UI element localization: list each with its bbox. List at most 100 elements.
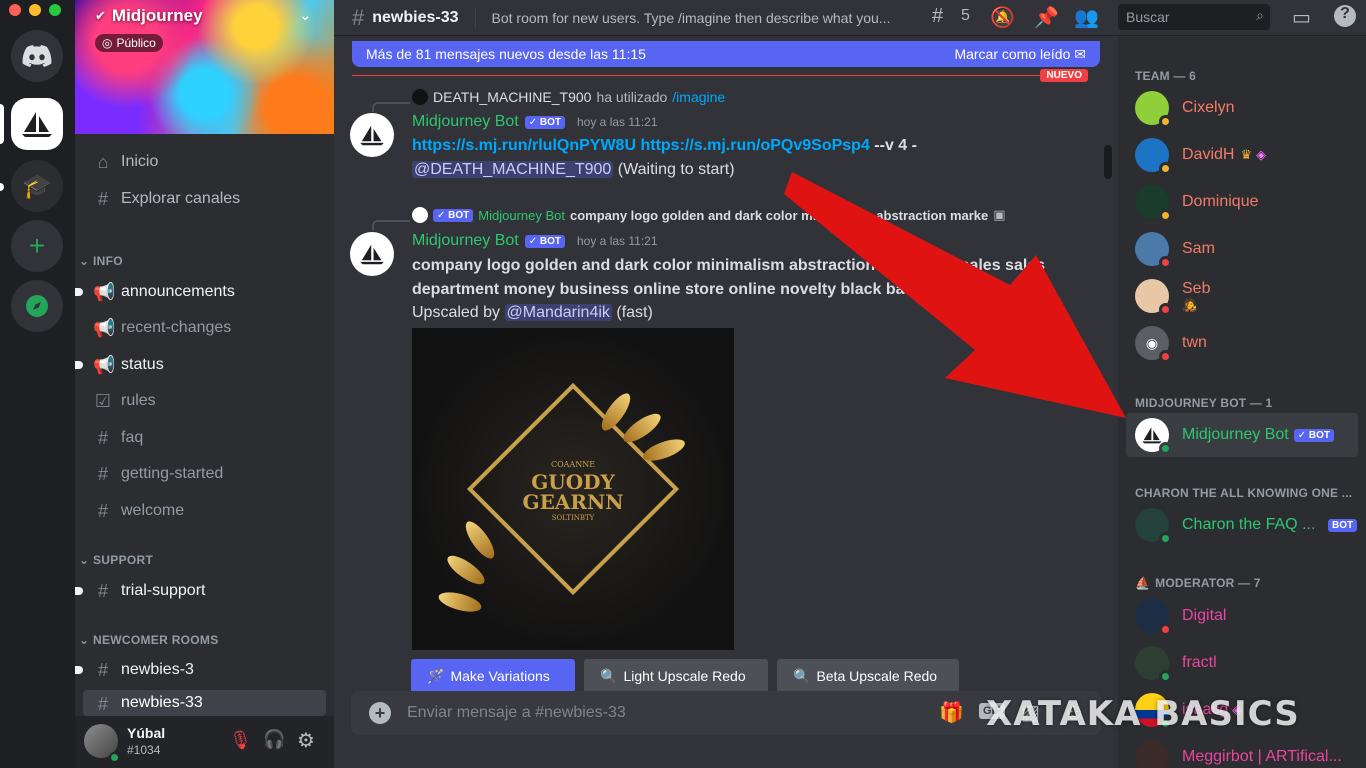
category-newcomer-label: NEWCOMER ROOMS [93, 633, 219, 647]
compass-icon [26, 295, 48, 317]
author-name[interactable]: Midjourney Bot [412, 113, 519, 131]
inbox-icon[interactable]: ▭ [1292, 5, 1311, 30]
hash-thread-icon: # [97, 659, 108, 680]
chat-area: Más de 81 mensajes nuevos desde las 11:1… [334, 37, 1118, 768]
channel-announcements[interactable]: 📢 announcements [75, 276, 326, 308]
member-avatar [1135, 418, 1172, 455]
nav-home[interactable]: ⌂ Inicio [83, 146, 326, 178]
channel-getting-started[interactable]: # getting-started [83, 458, 326, 490]
slash-command[interactable]: /imagine [672, 89, 725, 105]
member-item[interactable]: Dominique [1126, 180, 1358, 224]
reply-context[interactable]: ✓ BOT Midjourney Bot company logo golden… [412, 207, 1006, 223]
category-support[interactable]: ⌄ SUPPORT [79, 553, 153, 567]
user-mention[interactable]: @Mandarin4ik [504, 304, 612, 321]
member-list: TEAM — 6 Cixelyn DavidH ♛ ◈ Dominique Sa… [1118, 37, 1366, 768]
username: Yúbal [127, 725, 166, 741]
channel-recent-changes[interactable]: 📢 recent-changes [83, 312, 326, 344]
nav-explore-channels[interactable]: # Explorar canales [83, 183, 326, 215]
channel-welcome[interactable]: # welcome [83, 495, 326, 527]
generated-image[interactable]: COAANNE GUODY GEARNN SOLTINBTY [412, 328, 734, 650]
reply-username[interactable]: Midjourney Bot [478, 208, 565, 223]
member-item[interactable]: ◉ twn [1126, 321, 1358, 365]
server-midjourney[interactable] [11, 98, 63, 150]
channel-status[interactable]: 📢 status [75, 349, 326, 381]
verified-check-icon: ✔ [95, 8, 106, 23]
pin-icon[interactable]: 📌 [1034, 5, 1059, 30]
reply-username[interactable]: DEATH_MACHINE_T900 [433, 89, 591, 105]
zoom-window-button[interactable] [49, 4, 61, 16]
channel-trial-support[interactable]: # trial-support [75, 575, 326, 607]
server-school[interactable]: 🎓 [11, 160, 63, 212]
bot-avatar[interactable] [350, 113, 394, 157]
channel-faq[interactable]: # faq [83, 422, 326, 454]
beta-upscale-redo-button[interactable]: 🔍 Beta Upscale Redo [777, 659, 959, 693]
category-info[interactable]: ⌄ INFO [79, 254, 123, 268]
attach-plus-icon[interactable]: + [369, 702, 391, 724]
image-link-2[interactable]: https://s.mj.run/oPQv9SoPsp4 [640, 137, 869, 154]
member-list-icon[interactable]: 👥 [1074, 5, 1099, 30]
mute-microphone-icon[interactable]: 🎙 [229, 730, 252, 751]
channel-label: faq [121, 429, 144, 446]
member-avatar [1135, 91, 1172, 128]
status-dnd [1159, 303, 1172, 316]
category-info-label: INFO [93, 254, 123, 268]
threads-icon[interactable]: # [932, 5, 943, 28]
mark-as-read-button[interactable]: Marcar como leído ✉ [954, 46, 1086, 63]
discord-home-button[interactable] [11, 30, 63, 82]
chat-scrollbar-thumb[interactable] [1104, 145, 1112, 179]
member-item[interactable]: fractl [1126, 641, 1358, 685]
message-author[interactable]: Midjourney Bot ✓ BOT hoy a las 11:21 [412, 113, 658, 131]
mark-read-icon: ✉ [1074, 45, 1086, 62]
help-icon[interactable]: ? [1334, 5, 1356, 27]
reply-connector [372, 220, 410, 230]
member-item-midjourney-bot[interactable]: Midjourney Bot ✓ BOT [1126, 413, 1358, 457]
notifications-muted-icon[interactable]: 🔕 [990, 5, 1015, 30]
member-name: twn [1182, 334, 1207, 351]
channel-newbies-3[interactable]: # newbies-3 [75, 654, 326, 686]
member-name: fractl [1182, 654, 1217, 671]
gold-leaf [443, 550, 489, 590]
user-mention[interactable]: @DEATH_MACHINE_T900 [412, 161, 614, 178]
search-box[interactable]: Buscar ⌕ [1118, 4, 1270, 30]
settings-gear-icon[interactable]: ⚙ [297, 728, 315, 753]
member-item[interactable]: Sam [1126, 227, 1358, 271]
server-header[interactable]: ✔ Midjourney [95, 6, 203, 26]
member-item[interactable]: Charon the FAQ ... BOT [1126, 503, 1358, 547]
author-name[interactable]: Midjourney Bot [412, 232, 519, 250]
channel-newbies-33[interactable]: # newbies-33 [83, 690, 326, 716]
light-upscale-redo-button[interactable]: 🔍 Light Upscale Redo [584, 659, 768, 693]
reply-context[interactable]: DEATH_MACHINE_T900 ha utilizado /imagine [412, 89, 725, 105]
message-timestamp: hoy a las 11:21 [577, 115, 658, 129]
message-input[interactable] [407, 704, 907, 722]
explore-servers-button[interactable] [11, 280, 63, 332]
channel-rules[interactable]: ☑ rules [83, 385, 326, 417]
make-variations-button[interactable]: 🪄 Make Variations [411, 659, 575, 693]
headphones-icon[interactable]: 🎧 [263, 729, 285, 750]
member-item[interactable]: Cixelyn [1126, 86, 1358, 130]
gift-icon[interactable]: 🎁 [939, 700, 964, 725]
gold-leaf [619, 408, 665, 448]
visibility-label: Público [116, 36, 156, 50]
sailboat-icon [1142, 427, 1162, 444]
member-item[interactable]: Digital [1126, 594, 1358, 638]
image-link-1[interactable]: https://s.mj.run/rlulQnPYW8U [412, 137, 636, 154]
member-name: Dominique [1182, 193, 1259, 210]
message-author[interactable]: Midjourney Bot ✓ BOT hoy a las 11:21 [412, 232, 658, 250]
chevron-down-icon[interactable]: ⌄ [299, 6, 312, 24]
reply-preview[interactable]: company logo golden and dark color minim… [570, 208, 988, 223]
bot-avatar[interactable] [350, 232, 394, 276]
new-messages-banner[interactable]: Más de 81 mensajes nuevos desde las 11:1… [352, 41, 1100, 67]
member-item[interactable]: Meggirbot | ARTifical... [1126, 735, 1358, 768]
channel-topic[interactable]: Bot room for new users. Type /imagine th… [492, 10, 912, 26]
category-newcomer-rooms[interactable]: ⌄ NEWCOMER ROOMS [79, 633, 219, 647]
bot-badge: BOT [1328, 518, 1358, 532]
member-item[interactable]: DavidH ♛ ◈ [1126, 133, 1358, 177]
hash-thread-icon: # [97, 694, 108, 714]
minimize-window-button[interactable] [29, 4, 41, 16]
bot-badge: ✓ BOT [1293, 428, 1334, 442]
close-window-button[interactable] [9, 4, 21, 16]
member-avatar [1135, 508, 1172, 545]
add-server-button[interactable]: + [11, 220, 63, 272]
bot-badge-label: BOT [539, 235, 561, 247]
member-item[interactable]: Seb 🧑‍🎤 [1126, 274, 1358, 318]
